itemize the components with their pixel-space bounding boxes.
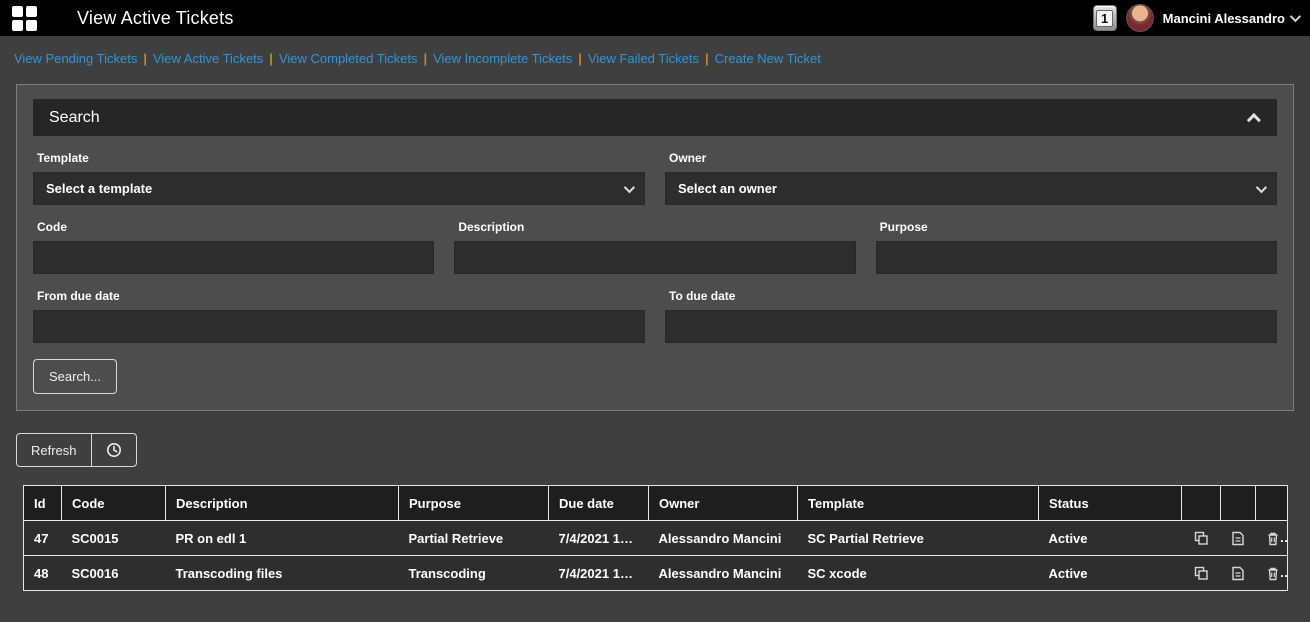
table-row: 48 SC0016 Transcoding files Transcoding … <box>24 556 1288 591</box>
column-header-owner: Owner <box>649 486 798 521</box>
page-title: View Active Tickets <box>77 8 234 29</box>
cell-due-date: 7/4/2021 12… <box>549 521 649 556</box>
top-header-bar: View Active Tickets 1 Mancini Alessandro <box>0 0 1310 36</box>
column-header-actions <box>1182 486 1221 521</box>
from-due-date-label: From due date <box>37 289 641 303</box>
owner-select[interactable]: Select an owner <box>665 172 1277 205</box>
nav-link-view-failed-tickets[interactable]: View Failed Tickets <box>588 51 699 66</box>
column-header-code: Code <box>62 486 166 521</box>
user-avatar[interactable] <box>1126 4 1154 32</box>
app-grid-icon[interactable] <box>12 6 37 31</box>
cell-owner: Alessandro Mancini <box>649 556 798 591</box>
owner-select-value: Select an owner <box>678 181 777 196</box>
nav-link-view-incomplete-tickets[interactable]: View Incomplete Tickets <box>433 51 572 66</box>
auto-refresh-button[interactable] <box>91 434 136 466</box>
cell-template: SC xcode <box>798 556 1039 591</box>
from-due-date-input[interactable] <box>33 310 645 343</box>
column-header-actions <box>1221 486 1256 521</box>
template-select-value: Select a template <box>46 181 152 196</box>
column-header-description: Description <box>166 486 399 521</box>
chevron-up-icon[interactable] <box>1247 113 1261 127</box>
copy-icon[interactable] <box>1194 566 1209 581</box>
description-label: Description <box>458 220 851 234</box>
chevron-down-icon <box>1256 181 1267 192</box>
cell-id: 47 <box>24 521 62 556</box>
search-button[interactable]: Search... <box>33 359 117 394</box>
to-due-date-input[interactable] <box>665 310 1277 343</box>
nav-separator: | <box>705 51 709 66</box>
cell-status: Active <box>1039 521 1182 556</box>
column-header-due-date: Due date <box>549 486 649 521</box>
ticket-nav-links: View Pending Tickets | View Active Tickets… <box>0 36 1310 78</box>
nav-link-view-completed-tickets[interactable]: View Completed Tickets <box>279 51 418 66</box>
cell-purpose: Partial Retrieve <box>399 521 549 556</box>
template-select[interactable]: Select a template <box>33 172 645 205</box>
description-input[interactable] <box>454 241 855 274</box>
copy-icon[interactable] <box>1194 531 1209 546</box>
cell-id: 48 <box>24 556 62 591</box>
code-label: Code <box>37 220 430 234</box>
table-row: 47 SC0015 PR on edl 1 Partial Retrieve 7… <box>24 521 1288 556</box>
purpose-input[interactable] <box>876 241 1277 274</box>
notification-count: 1 <box>1096 10 1113 27</box>
cell-template: SC Partial Retrieve <box>798 521 1039 556</box>
refresh-button-group: Refresh <box>16 433 137 467</box>
trash-icon[interactable] <box>1266 531 1280 546</box>
cell-description: PR on edl 1 <box>166 521 399 556</box>
document-icon[interactable] <box>1231 566 1245 581</box>
template-label: Template <box>37 151 641 165</box>
trash-icon[interactable] <box>1266 566 1280 581</box>
cell-description: Transcoding files <box>166 556 399 591</box>
nav-link-view-active-tickets[interactable]: View Active Tickets <box>153 51 263 66</box>
search-panel-title: Search <box>49 109 100 127</box>
document-icon[interactable] <box>1231 531 1245 546</box>
nav-separator: | <box>269 51 273 66</box>
nav-link-view-pending-tickets[interactable]: View Pending Tickets <box>14 51 137 66</box>
nav-separator: | <box>143 51 147 66</box>
cell-code: SC0015 <box>62 521 166 556</box>
clock-history-icon <box>106 442 122 458</box>
nav-separator: | <box>578 51 582 66</box>
cell-code: SC0016 <box>62 556 166 591</box>
code-input[interactable] <box>33 241 434 274</box>
search-panel: Search Template Select a template Owner … <box>16 84 1294 411</box>
cell-purpose: Transcoding <box>399 556 549 591</box>
chevron-down-icon <box>624 181 635 192</box>
tickets-table: Id Code Description Purpose Due date Own… <box>23 485 1288 591</box>
user-menu-chevron-icon <box>1290 11 1301 22</box>
nav-link-create-new-ticket[interactable]: Create New Ticket <box>715 51 821 66</box>
column-header-actions <box>1256 486 1288 521</box>
user-menu[interactable]: Mancini Alessandro <box>1163 11 1298 26</box>
notification-badge[interactable]: 1 <box>1093 5 1117 31</box>
owner-label: Owner <box>669 151 1273 165</box>
column-header-purpose: Purpose <box>399 486 549 521</box>
cell-owner: Alessandro Mancini <box>649 521 798 556</box>
column-header-id: Id <box>24 486 62 521</box>
column-header-template: Template <box>798 486 1039 521</box>
purpose-label: Purpose <box>880 220 1273 234</box>
refresh-button[interactable]: Refresh <box>17 434 91 466</box>
table-header-row: Id Code Description Purpose Due date Own… <box>24 486 1288 521</box>
cell-status: Active <box>1039 556 1182 591</box>
search-panel-header[interactable]: Search <box>33 99 1277 136</box>
nav-separator: | <box>423 51 427 66</box>
cell-due-date: 7/4/2021 12… <box>549 556 649 591</box>
user-name-label: Mancini Alessandro <box>1163 11 1285 26</box>
to-due-date-label: To due date <box>669 289 1273 303</box>
column-header-status: Status <box>1039 486 1182 521</box>
